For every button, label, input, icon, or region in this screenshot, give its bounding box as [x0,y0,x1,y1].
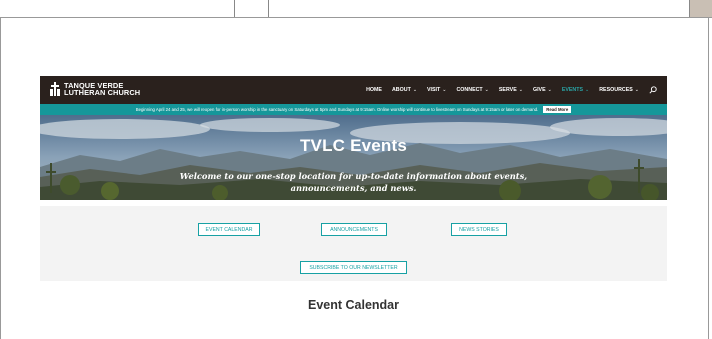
chevron-down-icon: ⌄ [634,87,639,93]
church-website: TANQUE VERDE LUTHERAN CHURCH HOME ABOUT ⌄… [40,76,667,339]
quick-links-section: EVENT CALENDAR ANNOUNCEMENTS NEWS STORIE… [40,206,667,281]
read-more-button[interactable]: Read More [543,106,572,113]
nav-serve[interactable]: SERVE ⌄ [499,87,523,93]
section-title: Event Calendar [307,298,399,312]
site-header: TANQUE VERDE LUTHERAN CHURCH HOME ABOUT ⌄… [40,76,667,104]
chevron-down-icon: ⌄ [412,87,418,93]
news-stories-button[interactable]: NEWS STORIES [451,223,507,236]
event-calendar-button[interactable]: EVENT CALENDAR [198,223,260,236]
window-border-left [0,18,1,339]
window-divider [234,0,235,17]
nav-events[interactable]: EVENTS ⌄ [562,87,589,93]
hero-subtitle: Welcome to our one-stop location for up-… [40,170,667,194]
page-title: TVLC Events [299,136,408,155]
window-top-strip [0,0,712,18]
chevron-down-icon: ⌄ [442,87,447,93]
nav-connect[interactable]: CONNECT ⌄ [456,87,488,93]
search-icon[interactable] [649,86,657,94]
window-border-right [708,18,709,339]
window-corner-thumbnail [689,0,712,17]
announcement-bar: Beginning April 24 and 25, we will reope… [40,104,667,115]
church-logo-icon [50,82,60,97]
nav-home[interactable]: HOME [366,87,382,93]
announcement-text: Beginning April 24 and 25, we will reope… [135,107,539,112]
nav-about[interactable]: ABOUT ⌄ [392,87,417,93]
site-logo[interactable]: TANQUE VERDE LUTHERAN CHURCH [50,82,140,97]
nav-visit[interactable]: VISIT ⌄ [427,87,446,93]
window-divider [268,0,269,17]
logo-line-2: LUTHERAN CHURCH [64,88,141,98]
hero-subtitle-line-1: Welcome to our one-stop location for up-… [179,171,528,181]
chevron-down-icon: ⌄ [547,87,552,93]
chevron-down-icon: ⌄ [585,87,590,93]
announcements-button[interactable]: ANNOUNCEMENTS [321,223,387,236]
nav-give[interactable]: GIVE ⌄ [533,87,552,93]
chevron-down-icon: ⌄ [484,87,489,93]
main-nav: HOME ABOUT ⌄ VISIT ⌄ CONNECT ⌄ SERVE ⌄ GIVE ⌄… [356,76,657,104]
nav-resources[interactable]: RESOURCES ⌄ [599,87,639,93]
window-border-top [0,17,712,18]
hero-banner: TVLC Events Welcome to our one-stop loca… [40,115,667,200]
chevron-down-icon: ⌄ [518,87,523,93]
hero-subtitle-line-2: announcements, and news. [290,183,417,193]
subscribe-newsletter-button[interactable]: SUBSCRIBE TO OUR NEWSLETTER [300,261,407,274]
